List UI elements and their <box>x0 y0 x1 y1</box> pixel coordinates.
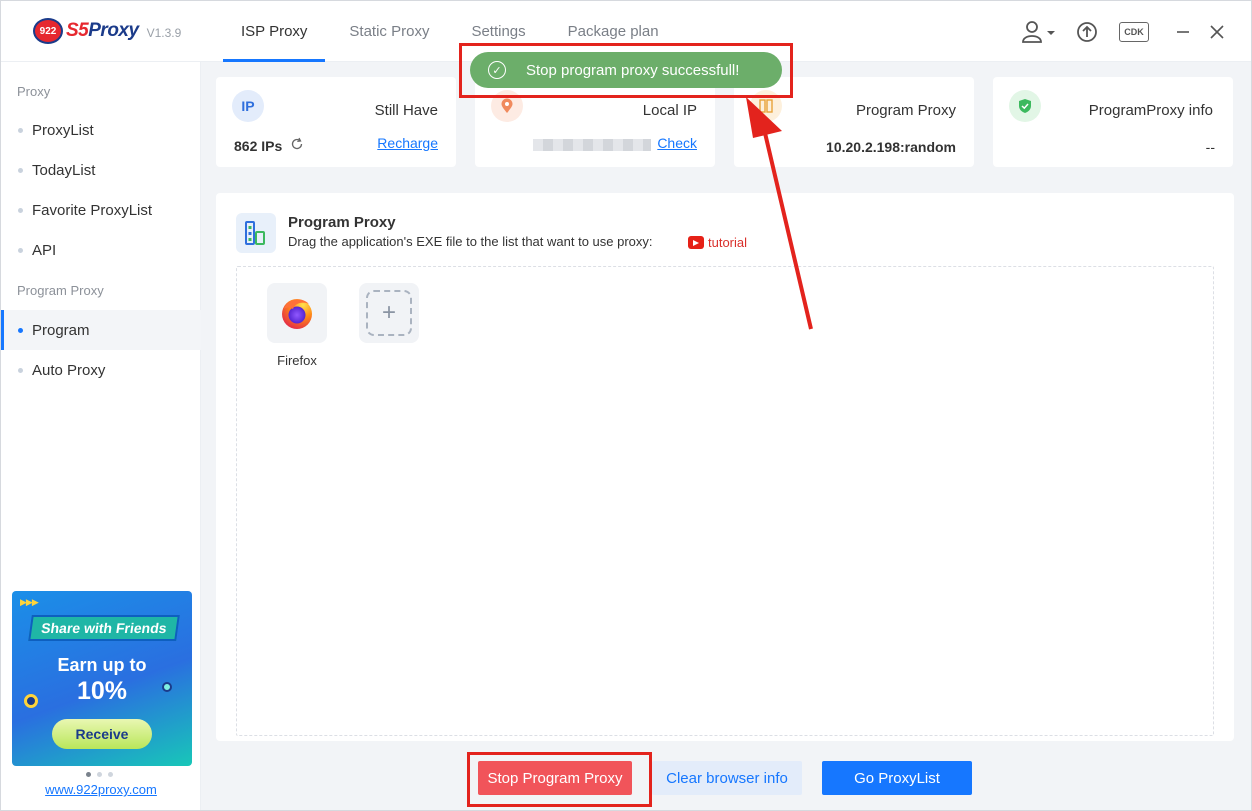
logo: 922 S5Proxy V1.3.9 <box>33 18 181 44</box>
promo-headline: Share with Friends <box>28 615 180 641</box>
card-title-programproxy-info: ProgramProxy info <box>1088 102 1213 119</box>
header-icons: CDK <box>1021 19 1227 45</box>
redacted-ip <box>533 139 651 151</box>
clear-browser-info-button[interactable]: Clear browser info <box>652 761 802 795</box>
add-app-button[interactable]: + <box>359 283 419 343</box>
annotation-box-stop-button <box>467 752 652 807</box>
firefox-app-label: Firefox <box>277 353 317 368</box>
refresh-icon[interactable] <box>290 137 304 156</box>
ip-count: 862 IPs <box>234 138 283 154</box>
sidebar-group-proxy: Proxy <box>17 84 51 99</box>
go-proxylist-button[interactable]: Go ProxyList <box>822 761 972 795</box>
promo-receive-button[interactable]: Receive <box>52 719 152 749</box>
program-proxy-panel: Program Proxy Drag the application's EXE… <box>216 193 1234 741</box>
ip-icon: IP <box>232 90 264 122</box>
panel-subtitle: Drag the application's EXE file to the l… <box>288 234 653 249</box>
cdk-icon[interactable]: CDK <box>1119 22 1149 42</box>
carousel-dot[interactable] <box>86 772 91 777</box>
carousel-dot[interactable] <box>108 772 113 777</box>
card-title-local-ip: Local IP <box>642 102 697 119</box>
carousel-dot[interactable] <box>97 772 102 777</box>
minimize-icon[interactable] <box>1173 19 1193 45</box>
sidebar: Proxy ProxyList TodayList Favorite Proxy… <box>1 62 201 810</box>
sidebar-item-todaylist[interactable]: TodayList <box>1 150 201 190</box>
youtube-icon <box>688 236 704 249</box>
website-link[interactable]: www.922proxy.com <box>1 782 201 797</box>
firefox-app-tile[interactable] <box>267 283 327 343</box>
sidebar-item-proxylist[interactable]: ProxyList <box>1 110 201 150</box>
card-programproxy-info: ProgramProxy info -- <box>993 77 1233 167</box>
upload-icon[interactable] <box>1075 19 1099 45</box>
logo-s5: S5 <box>66 20 89 41</box>
sidebar-item-favorite-proxylist[interactable]: Favorite ProxyList <box>1 190 201 230</box>
program-list-icon <box>236 213 276 253</box>
programproxy-info-value: -- <box>1205 139 1215 155</box>
promo-arrows-icon: ▶▶▶ <box>20 597 39 607</box>
card-title-still-have: Still Have <box>374 102 438 119</box>
logo-text: S5Proxy <box>66 20 139 42</box>
promo-banner[interactable]: ▶▶▶ Share with Friends Earn up to 10% Re… <box>12 591 192 766</box>
firefox-icon <box>282 299 312 329</box>
app-window: 922 S5Proxy V1.3.9 ISP Proxy Static Prox… <box>0 0 1252 811</box>
app-version: V1.3.9 <box>146 26 182 40</box>
promo-carousel-dots[interactable] <box>86 772 119 777</box>
program-proxy-value: 10.20.2.198:random <box>826 139 956 155</box>
sidebar-item-api[interactable]: API <box>1 230 201 270</box>
sidebar-item-program[interactable]: Program <box>1 310 201 350</box>
exe-dropzone[interactable]: Firefox + <box>236 266 1214 736</box>
sidebar-group-program-proxy: Program Proxy <box>17 283 104 298</box>
logo-badge: 922 <box>33 18 63 44</box>
sidebar-item-auto-proxy[interactable]: Auto Proxy <box>1 350 201 390</box>
panel-title: Program Proxy <box>288 214 396 231</box>
logo-name: Proxy <box>88 20 139 41</box>
plus-icon: + <box>366 290 412 336</box>
promo-ring-icon <box>24 694 38 708</box>
recharge-link[interactable]: Recharge <box>377 135 438 151</box>
check-link[interactable]: Check <box>657 135 697 151</box>
shield-check-icon <box>1009 90 1041 122</box>
annotation-box-toast <box>459 43 793 98</box>
card-title-program-proxy: Program Proxy <box>855 102 956 119</box>
promo-earn: Earn up to <box>57 655 147 675</box>
card-still-have: IP Still Have 862 IPs Recharge <box>216 77 456 167</box>
tab-isp-proxy[interactable]: ISP Proxy <box>223 1 326 62</box>
tutorial-label: tutorial <box>708 235 748 250</box>
tab-static-proxy[interactable]: Static Proxy <box>331 1 447 62</box>
promo-dot-icon <box>162 682 172 692</box>
tutorial-link[interactable]: tutorial <box>688 235 747 250</box>
user-icon[interactable] <box>1021 19 1057 45</box>
close-icon[interactable] <box>1207 19 1227 45</box>
